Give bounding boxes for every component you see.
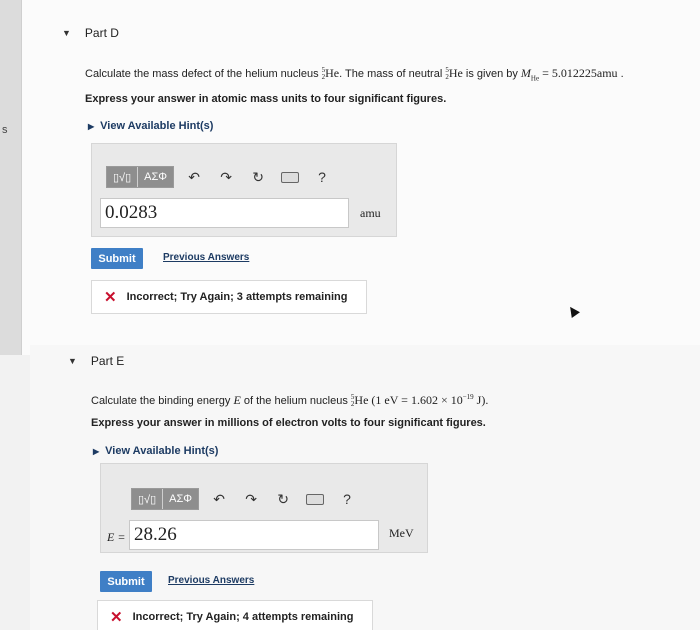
undo-icon[interactable]: ↶ [182,166,206,188]
part-e-title: Part E [90,354,125,368]
reset-icon[interactable]: ↻ [246,166,270,188]
part-e-variable-label: E = [107,530,126,544]
part-d-panel: ▼ Part D Calculate the mass defect of th… [22,0,700,355]
part-e-answer-box: ▯√▯ ΑΣΦ ↶ ↷ ↻ ? E = 28.26 MeV [100,463,428,553]
incorrect-x-icon: ✕ [110,609,123,626]
part-d-math-toolbar: ▯√▯ ΑΣΦ ↶ ↷ ↻ ? [106,166,334,188]
expand-triangle-icon: ▶ [88,121,95,131]
part-e-math-toolbar: ▯√▯ ΑΣΦ ↶ ↷ ↻ ? [131,488,359,510]
template-group: ▯√▯ ΑΣΦ [131,488,200,510]
part-d-question: Calculate the mass defect of the helium … [85,66,624,83]
template-group: ▯√▯ ΑΣΦ [106,166,175,188]
part-d-title: Part D [84,26,119,40]
reset-icon[interactable]: ↻ [271,488,295,510]
collapse-caret-icon[interactable]: ▼ [68,356,77,366]
incorrect-x-icon: ✕ [104,289,117,306]
part-d-answer-box: ▯√▯ ΑΣΦ ↶ ↷ ↻ ? 0.0283 amu [91,143,397,237]
expand-triangle-icon: ▶ [93,446,100,456]
part-e-feedback: ✕ Incorrect; Try Again; 4 attempts remai… [97,600,373,630]
part-d-previous-answers-link[interactable]: Previous Answers [163,252,249,263]
part-e-answer-input[interactable]: 28.26 [129,520,379,550]
undo-icon[interactable]: ↶ [207,488,231,510]
help-icon[interactable]: ? [310,166,334,188]
redo-icon[interactable]: ↷ [239,488,263,510]
part-e-instruction: Express your answer in millions of elect… [91,417,486,429]
part-e-unit: MeV [389,526,414,540]
templates-button[interactable]: ▯√▯ [107,167,138,187]
keyboard-icon[interactable] [278,166,302,188]
help-icon[interactable]: ? [335,488,359,510]
part-d-header[interactable]: ▼ Part D [62,26,119,40]
redo-icon[interactable]: ↷ [214,166,238,188]
keyboard-icon[interactable] [303,488,327,510]
left-side-strip: s [0,0,22,355]
part-d-submit-button[interactable]: Submit [91,248,143,269]
templates-button[interactable]: ▯√▯ [132,489,163,509]
greek-symbols-button[interactable]: ΑΣΦ [137,167,174,187]
greek-symbols-button[interactable]: ΑΣΦ [162,489,199,509]
collapse-caret-icon[interactable]: ▼ [62,28,71,38]
part-e-submit-button[interactable]: Submit [100,571,152,592]
part-e-panel: ▼ Part E Calculate the binding energy E … [30,345,700,630]
part-e-header[interactable]: ▼ Part E [68,354,124,368]
part-e-view-hints[interactable]: ▶ View Available Hint(s) [93,445,218,457]
part-d-answer-input[interactable]: 0.0283 [100,198,349,228]
part-e-question: Calculate the binding energy E of the he… [91,393,489,409]
part-d-view-hints[interactable]: ▶ View Available Hint(s) [88,120,213,132]
part-e-previous-answers-link[interactable]: Previous Answers [168,575,254,586]
side-tab-letter: s [2,124,8,136]
part-d-instruction: Express your answer in atomic mass units… [85,93,447,105]
part-d-feedback: ✕ Incorrect; Try Again; 3 attempts remai… [91,280,367,314]
part-d-unit: amu [360,206,381,220]
